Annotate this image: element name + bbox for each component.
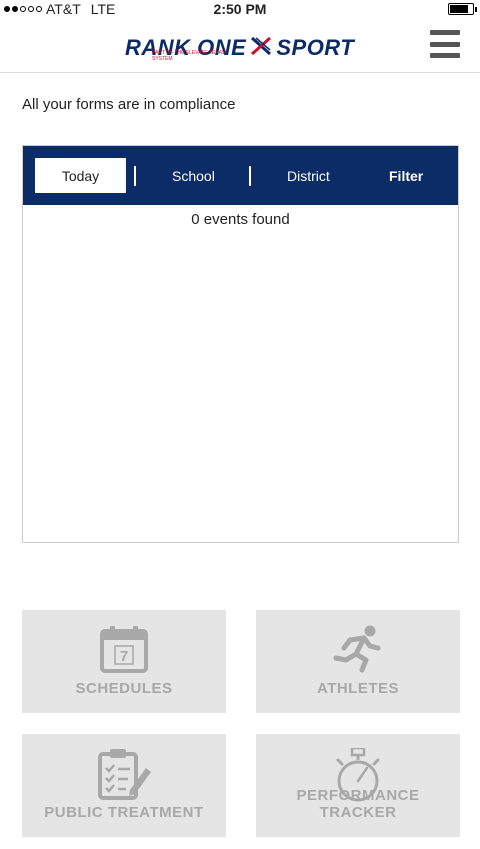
menu-bar-icon [430, 53, 460, 58]
menu-bar-icon [430, 30, 460, 35]
tab-today[interactable]: Today [35, 158, 126, 193]
compliance-message: All your forms are in compliance [22, 96, 236, 113]
schedules-tile[interactable]: 7 SCHEDULES [22, 610, 226, 713]
tab-district[interactable]: District [287, 158, 330, 193]
events-count: 0 events found [191, 211, 290, 228]
calendar-icon: 7 [22, 624, 226, 674]
performance-tracker-tile[interactable]: PERFORMANCE TRACKER [256, 734, 460, 837]
athletes-label: ATHLETES [316, 680, 400, 697]
battery-icon [448, 3, 477, 15]
events-panel: Today School District Filter 0 events fo… [22, 145, 459, 543]
schedules-label: SCHEDULES [75, 680, 173, 697]
calendar-day: 7 [120, 648, 128, 665]
status-time: 2:50 PM [213, 1, 267, 17]
public-treatment-label: PUBLIC TREATMENT [44, 804, 204, 821]
events-tab-bar: Today School District Filter [23, 146, 458, 205]
clipboard-icon [22, 748, 226, 800]
status-bar: AT&T LTE 2:50 PM [0, 0, 480, 20]
tab-separator [134, 166, 136, 186]
public-treatment-tile[interactable]: PUBLIC TREATMENT [22, 734, 226, 837]
tab-school[interactable]: School [172, 158, 215, 193]
app-header: RANK ONE SPORT PART OF THE ELEVATE TEXAS… [0, 20, 480, 73]
runner-icon [256, 624, 460, 674]
logo-tagline: PART OF THE ELEVATE TEXAS SYSTEM [152, 50, 226, 62]
performance-tracker-label: PERFORMANCE TRACKER [296, 787, 420, 821]
logo-text-right: SPORT [276, 35, 355, 60]
tab-separator [249, 166, 251, 186]
hamburger-menu-button[interactable] [430, 30, 460, 58]
filter-button[interactable]: Filter [389, 158, 423, 193]
menu-bar-icon [430, 41, 460, 47]
athletes-tile[interactable]: ATHLETES [256, 610, 460, 713]
logo-x-icon [250, 35, 272, 62]
